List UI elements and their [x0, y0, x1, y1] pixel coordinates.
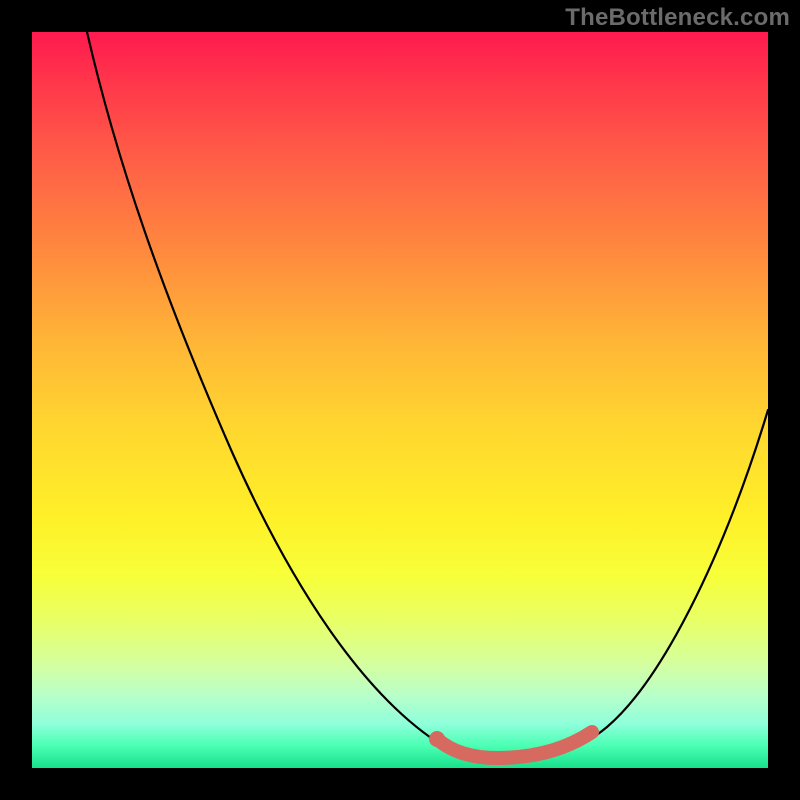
optimal-zone-marker: [437, 732, 592, 758]
watermark-text: TheBottleneck.com: [565, 4, 790, 32]
plot-area: [32, 32, 768, 768]
chart-canvas: TheBottleneck.com: [0, 0, 800, 800]
bottleneck-curve: [87, 32, 768, 762]
chart-svg: [32, 32, 768, 768]
